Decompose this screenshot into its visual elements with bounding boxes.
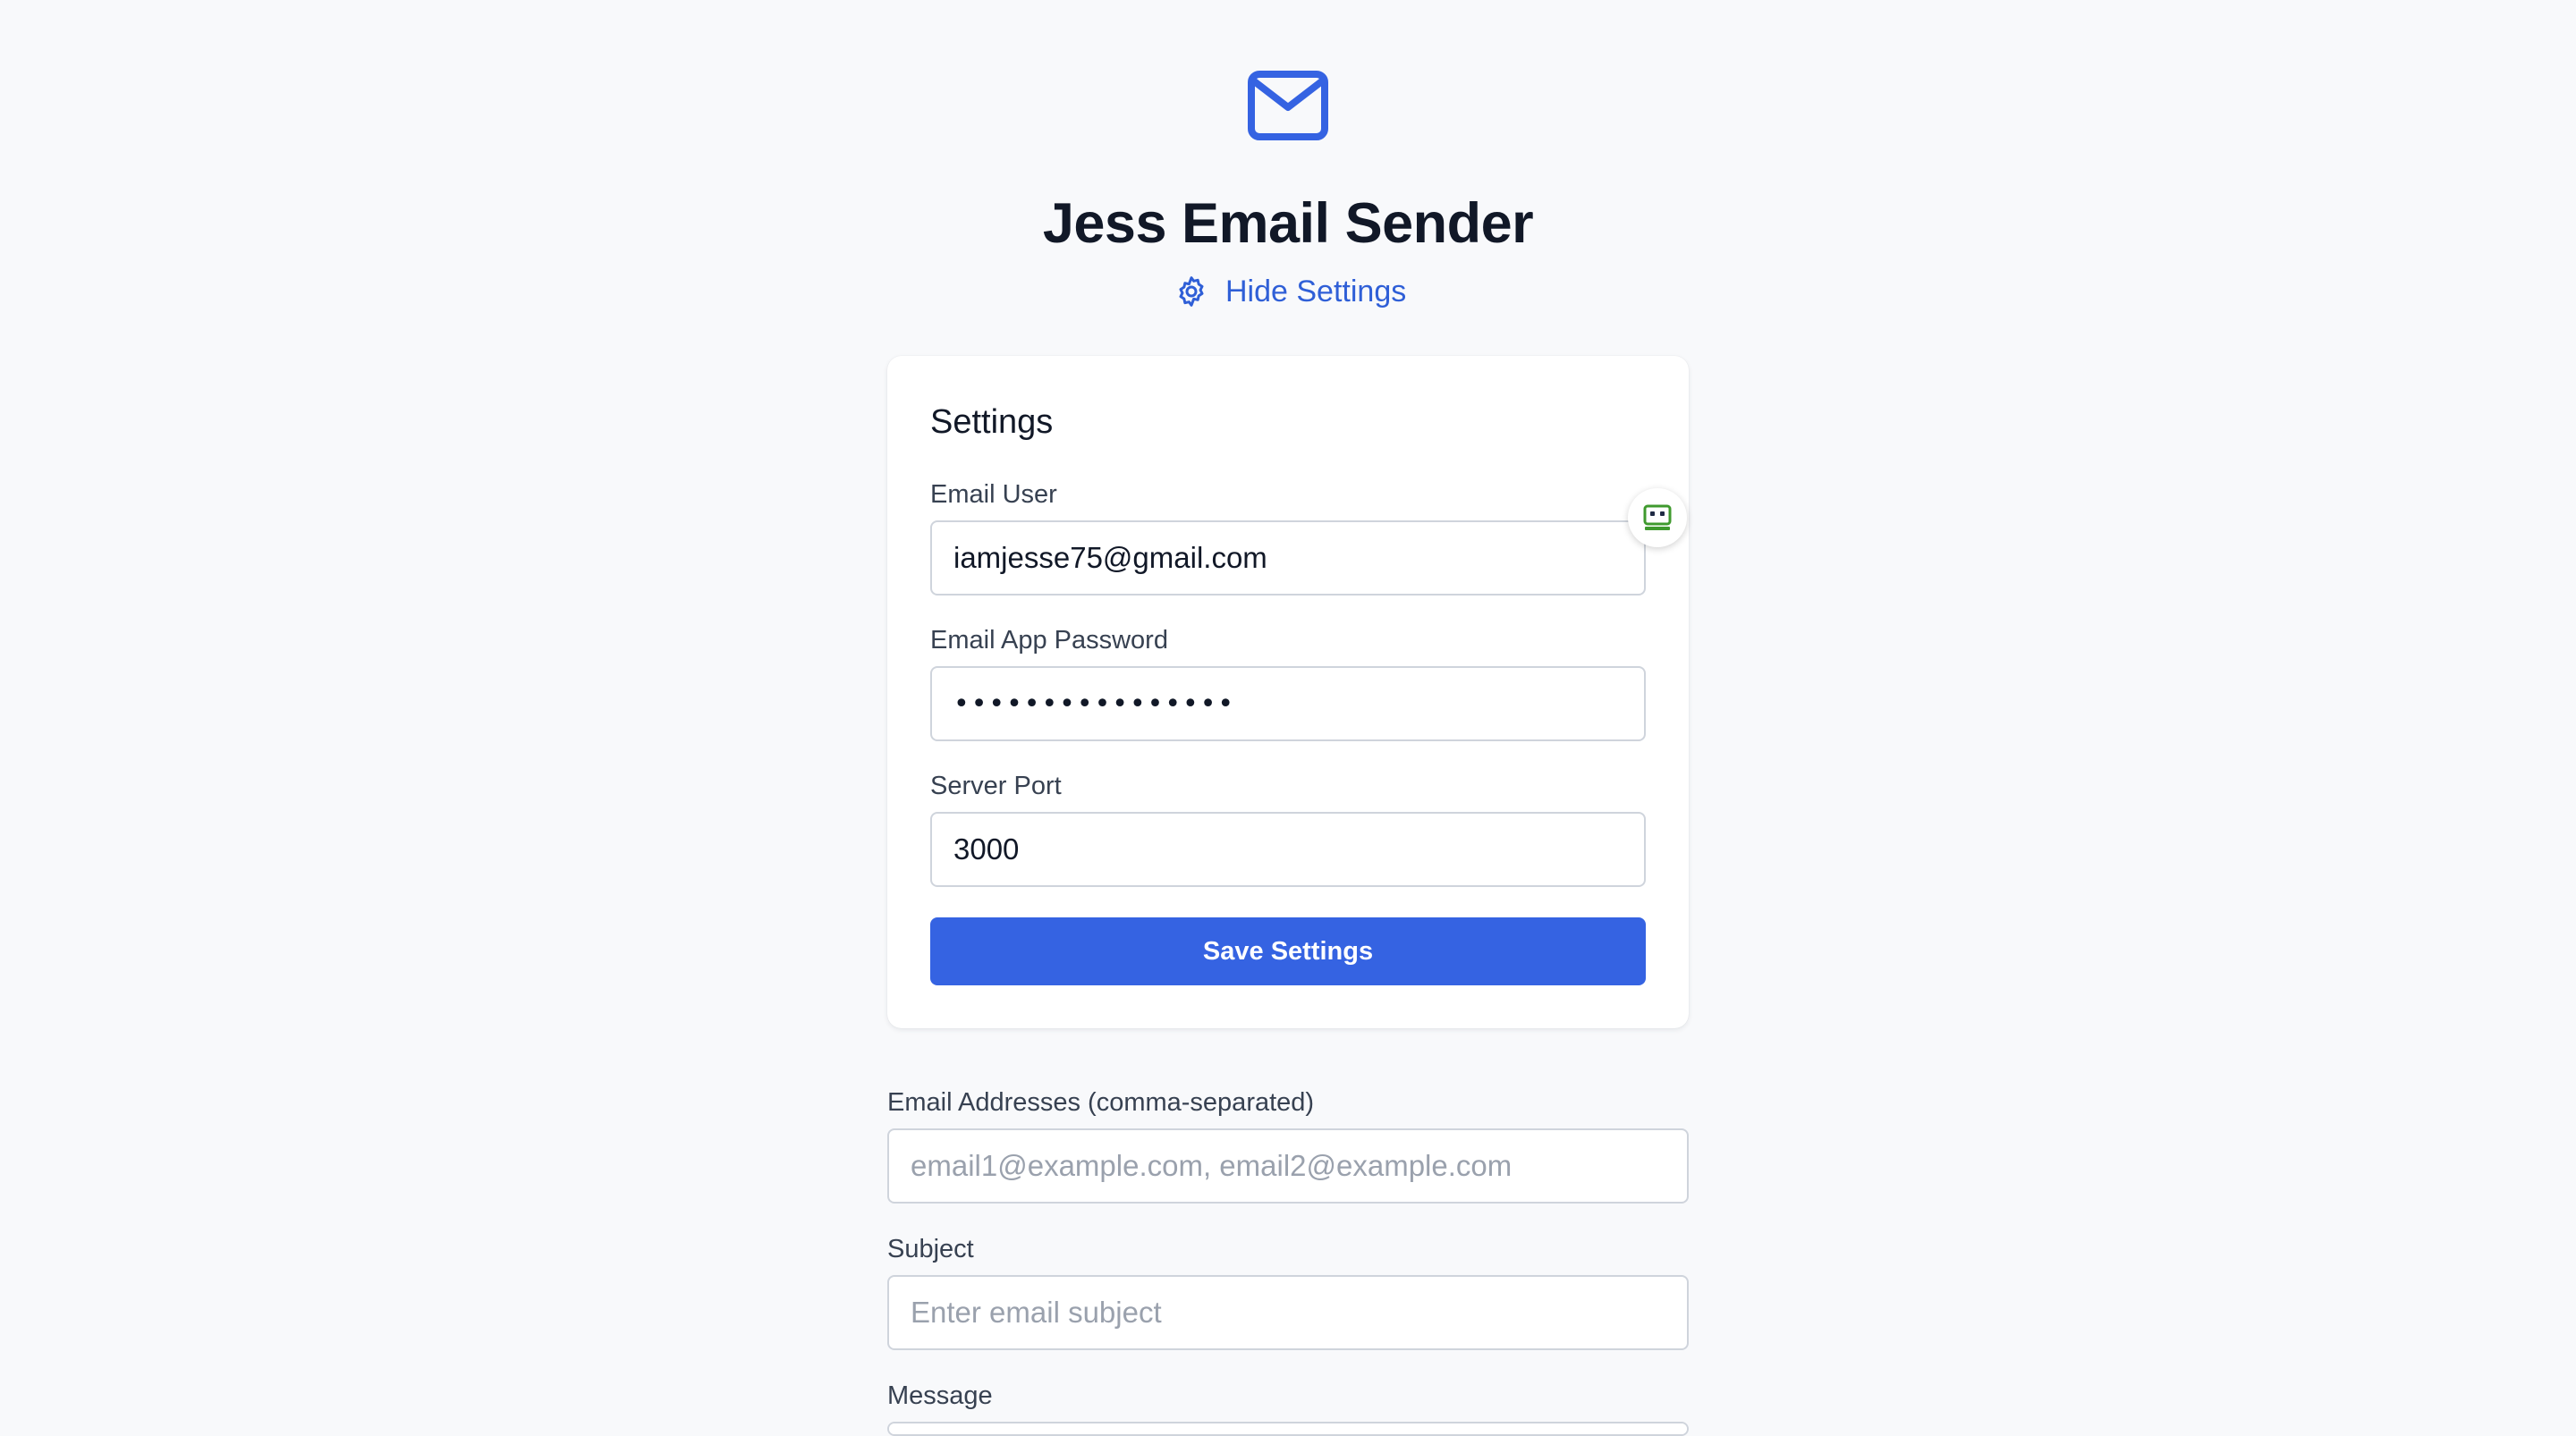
password-manager-button[interactable] [1628, 488, 1687, 547]
settings-title: Settings [930, 403, 1054, 441]
subject-label: Subject [887, 1235, 974, 1263]
email-addresses-input[interactable] [887, 1128, 1689, 1204]
toggle-settings-label: Hide Settings [1225, 274, 1407, 308]
email-app-password-label: Email App Password [930, 626, 1168, 655]
email-user-label: Email User [930, 480, 1057, 509]
server-port-label: Server Port [930, 772, 1062, 800]
page-title: Jess Email Sender [1042, 192, 1534, 255]
message-label: Message [887, 1381, 993, 1410]
server-port-input[interactable] [930, 812, 1646, 887]
email-user-input[interactable] [930, 520, 1646, 596]
save-settings-button[interactable]: Save Settings [930, 917, 1646, 985]
password-manager-icon [1643, 504, 1672, 530]
mail-icon [1248, 71, 1328, 140]
settings-card: Settings Email User Email App Password S… [887, 356, 1689, 1028]
subject-input[interactable] [887, 1275, 1689, 1350]
email-addresses-label: Email Addresses (comma-separated) [887, 1088, 1315, 1117]
gear-icon [1179, 276, 1204, 307]
toggle-settings-button[interactable]: Hide Settings [1174, 270, 1406, 313]
email-app-password-input[interactable] [930, 666, 1646, 741]
message-textarea[interactable] [887, 1422, 1689, 1436]
